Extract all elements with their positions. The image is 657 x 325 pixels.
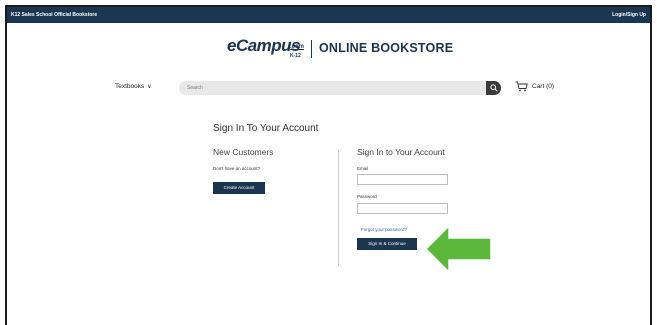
create-account-button[interactable]: Create Account: [213, 182, 265, 194]
logo-divider: [311, 40, 312, 58]
page-title: Sign In To Your Account: [213, 123, 319, 134]
cart-link[interactable]: Cart (0): [515, 81, 554, 92]
green-arrow-icon: [424, 224, 492, 274]
school-name: K12 Sales School Official Bookstore: [11, 12, 98, 18]
logo-bookstore-text: ONLINE BOOKSTORE: [319, 41, 454, 55]
logo-k12-text: K-12: [290, 53, 301, 59]
logo-com-text: .com: [290, 44, 305, 50]
password-field[interactable]: [357, 203, 448, 214]
textbooks-label: Textbooks: [115, 83, 145, 90]
search-icon: [490, 84, 498, 92]
top-bar: K12 Sales School Official Bookstore Logi…: [7, 7, 650, 23]
column-divider: [338, 150, 339, 266]
sign-in-heading: Sign In to Your Account: [357, 147, 445, 157]
cart-label: Cart (0): [532, 83, 555, 90]
email-label: Email: [357, 166, 369, 171]
ecampus-logo[interactable]: eCampus .com K-12 ONLINE BOOKSTORE: [227, 36, 457, 68]
cart-icon: [515, 81, 528, 92]
login-signup-link[interactable]: Login/Sign Up: [612, 12, 646, 18]
email-field[interactable]: [357, 174, 448, 185]
forgot-password-link[interactable]: Forgot your password?: [361, 227, 407, 232]
new-customers-heading: New Customers: [213, 147, 274, 157]
search-button[interactable]: [486, 81, 501, 95]
search-input[interactable]: [187, 83, 477, 93]
search-bar: [179, 81, 501, 95]
browser-frame: K12 Sales School Official Bookstore Logi…: [5, 5, 652, 325]
sign-in-continue-button[interactable]: Sign In & Continue: [357, 238, 417, 250]
textbooks-dropdown[interactable]: Textbooks ∨: [115, 83, 152, 90]
password-label: Password: [357, 194, 377, 199]
chevron-down-icon: ∨: [147, 84, 152, 90]
no-account-text: Don't have an account?: [213, 166, 261, 171]
